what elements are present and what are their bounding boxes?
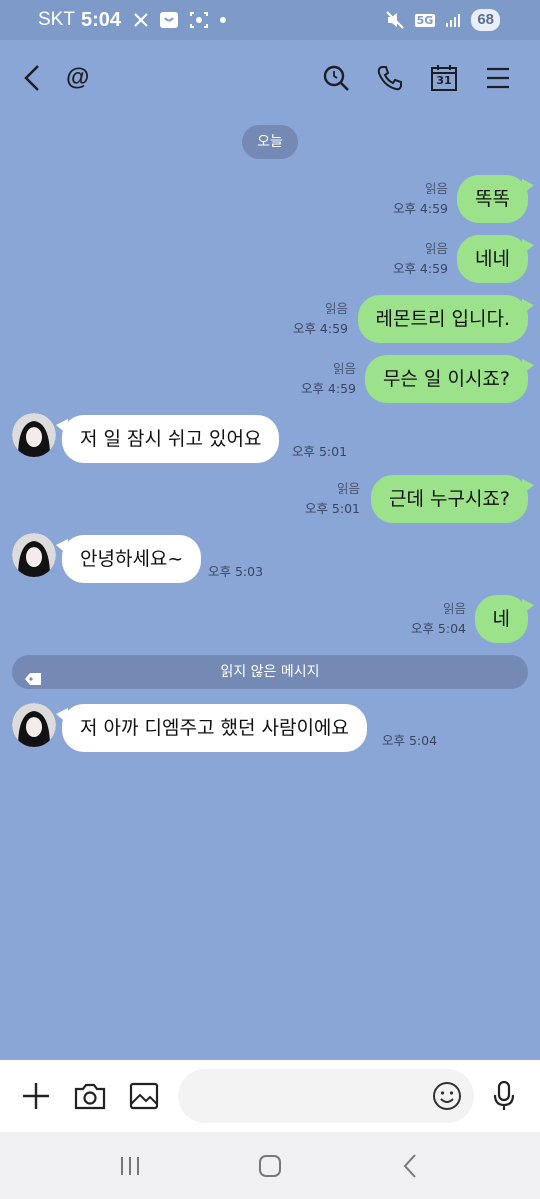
notification-dot-icon <box>219 16 227 24</box>
network-label: 5G <box>414 13 436 27</box>
message-input-wrap <box>178 1069 474 1123</box>
message-meta: 읽음 오후 4:59 <box>392 181 448 216</box>
menu-icon <box>487 67 509 88</box>
calendar-button[interactable]: 31 <box>424 58 464 98</box>
shopping-app-icon <box>159 11 179 29</box>
clock: 5:04 <box>80 8 121 31</box>
unread-divider: 읽지 않은 메시지 <box>12 655 528 689</box>
menu-button[interactable] <box>478 58 518 98</box>
message-time: 오후 5:03 <box>208 564 264 579</box>
avatar[interactable] <box>12 533 56 577</box>
recent-apps-button[interactable] <box>110 1146 150 1186</box>
home-icon <box>259 1154 281 1177</box>
home-button[interactable] <box>250 1146 290 1186</box>
message-meta: 읽음 오후 4:59 <box>392 241 448 276</box>
outgoing-message[interactable]: 무슨 일 이시죠? <box>364 355 535 403</box>
status-bar: SKT 5:04 5G 68 <box>0 0 540 40</box>
message-time: 오후 5:04 <box>382 733 438 748</box>
gallery-button[interactable] <box>124 1076 164 1116</box>
battery-level: 68 <box>471 9 500 31</box>
avatar[interactable] <box>12 703 56 747</box>
unread-label: 읽지 않은 메시지 <box>220 664 320 680</box>
nav-back-button[interactable] <box>390 1146 430 1186</box>
input-bar <box>0 1060 540 1132</box>
emoji-button[interactable] <box>432 1081 462 1115</box>
search-button[interactable] <box>316 58 356 98</box>
calendar-day: 31 <box>436 74 452 87</box>
gallery-icon <box>129 1082 159 1110</box>
message-input[interactable] <box>178 1069 474 1123</box>
mic-button[interactable] <box>484 1076 524 1116</box>
mic-icon <box>493 1080 515 1110</box>
screenshot-icon <box>189 11 209 29</box>
chat-area[interactable]: 오늘 읽음 오후 4:59 똑똑 읽음 오후 4:59 네네 읽음 오후 4:5… <box>0 115 540 1060</box>
message-meta: 읽음 오후 4:59 <box>300 361 356 396</box>
incoming-message[interactable]: 안녕하세요~ <box>55 535 202 583</box>
tag-icon <box>24 665 42 699</box>
outgoing-message[interactable]: 근데 누구시죠? <box>370 475 535 523</box>
plus-button[interactable] <box>16 1076 56 1116</box>
plus-icon <box>23 1083 49 1109</box>
avatar[interactable] <box>12 413 56 457</box>
camera-icon <box>74 1083 106 1110</box>
recent-apps-icon <box>121 1156 139 1175</box>
outgoing-message[interactable]: 네 <box>474 595 535 643</box>
system-nav-bar <box>0 1132 540 1199</box>
outgoing-message[interactable]: 네네 <box>457 235 534 283</box>
search-icon <box>323 65 349 91</box>
nav-back-icon <box>403 1153 416 1178</box>
call-button[interactable] <box>370 58 410 98</box>
chat-header: @ 31 <box>0 40 540 115</box>
phone-icon <box>377 65 402 90</box>
outgoing-message[interactable]: 레몬트리 입니다. <box>357 295 535 343</box>
outgoing-message[interactable]: 똑똑 <box>457 175 534 223</box>
message-meta: 읽음 오후 4:59 <box>292 301 348 336</box>
emoji-icon <box>433 1082 461 1110</box>
signal-icon <box>445 12 461 28</box>
mute-icon <box>385 11 405 29</box>
back-button[interactable] <box>22 58 52 98</box>
camera-button[interactable] <box>70 1076 110 1116</box>
carrier-label: SKT <box>38 9 75 30</box>
back-icon <box>24 64 39 91</box>
incoming-message[interactable]: 저 아까 디엠주고 했던 사람이에요 <box>56 704 367 752</box>
message-time: 오후 5:01 <box>292 444 348 459</box>
message-meta: 읽음 오후 5:01 <box>304 481 360 516</box>
date-divider: 오늘 <box>242 125 298 159</box>
x-app-icon <box>133 12 149 28</box>
incoming-message[interactable]: 저 일 잠시 쉬고 있어요 <box>55 415 280 463</box>
chat-title: @ <box>66 63 90 91</box>
message-meta: 읽음 오후 5:04 <box>410 601 466 636</box>
